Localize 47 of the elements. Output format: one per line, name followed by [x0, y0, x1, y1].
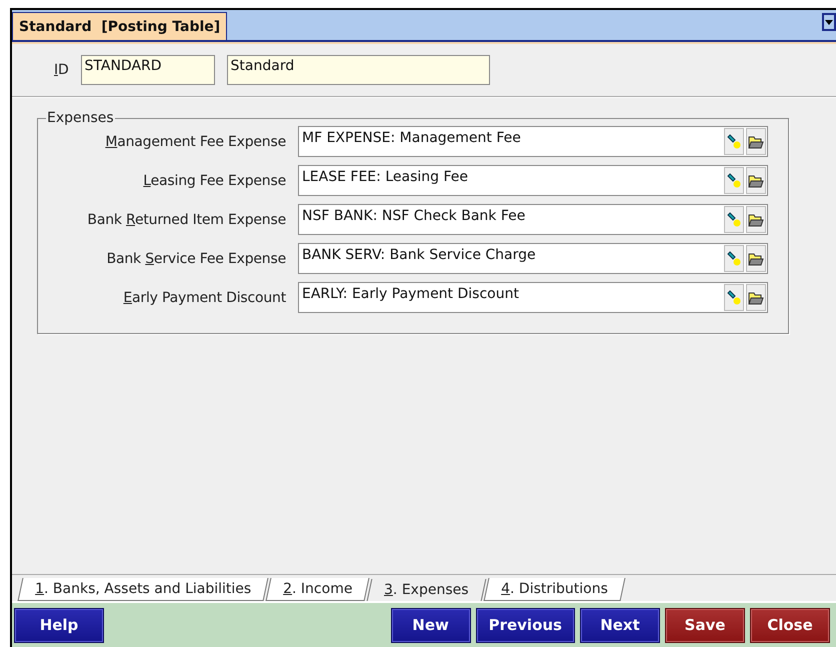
- name-field[interactable]: Standard: [226, 55, 490, 85]
- nav-button[interactable]: Previous: [476, 608, 575, 642]
- lookup-button[interactable]: [724, 284, 744, 311]
- lookup-field[interactable]: EARLY: Early Payment Discount: [298, 282, 768, 313]
- lookup-button[interactable]: [724, 245, 744, 272]
- lookup-button[interactable]: [724, 206, 744, 233]
- id-field[interactable]: STANDARD: [80, 55, 215, 85]
- field-label: Management Fee Expense: [105, 134, 286, 150]
- flashlight-icon: [726, 250, 742, 266]
- dropdown-button[interactable]: [822, 13, 836, 31]
- folder-icon: [748, 174, 764, 188]
- flashlight-icon: [726, 134, 742, 150]
- browse-button[interactable]: [746, 128, 766, 155]
- tab[interactable]: 4. Distributions: [484, 578, 626, 601]
- field-label: Early Payment Discount: [123, 290, 286, 306]
- tab[interactable]: 2. Income: [266, 578, 370, 601]
- flashlight-icon: [726, 212, 742, 228]
- folder-icon: [748, 290, 764, 304]
- flashlight-icon: [726, 172, 742, 188]
- field-label: Leasing Fee Expense: [143, 172, 286, 188]
- field-label: Bank Service Fee Expense: [106, 250, 286, 266]
- lookup-button[interactable]: [724, 128, 744, 155]
- nav-button[interactable]: Help: [14, 608, 104, 642]
- lookup-field[interactable]: BANK SERV: Bank Service Charge: [298, 243, 768, 274]
- lookup-field[interactable]: LEASE FEE: Leasing Fee: [298, 165, 768, 196]
- tab[interactable]: 3. Expenses: [367, 579, 486, 601]
- document-tab[interactable]: Standard [Posting Table]: [12, 12, 228, 40]
- field-label: ID: [54, 62, 69, 78]
- browse-button[interactable]: [746, 206, 766, 233]
- browse-button[interactable]: [746, 245, 766, 272]
- folder-icon: [748, 212, 764, 226]
- nav-button[interactable]: New: [390, 608, 471, 642]
- nav-button[interactable]: Next: [580, 608, 660, 642]
- flashlight-icon: [726, 290, 742, 306]
- action-button[interactable]: Save: [665, 608, 745, 642]
- tab[interactable]: 1. Banks, Assets and Liabilities: [18, 578, 269, 601]
- caret-icon: [825, 20, 833, 24]
- action-button[interactable]: Close: [750, 608, 830, 642]
- folder-icon: [748, 134, 764, 148]
- field-label: Bank Returned Item Expense: [87, 212, 286, 228]
- browse-button[interactable]: [746, 284, 766, 311]
- folder-icon: [748, 252, 764, 266]
- lookup-field[interactable]: NSF BANK: NSF Check Bank Fee: [298, 204, 768, 235]
- browse-button[interactable]: [746, 167, 766, 194]
- lookup-field[interactable]: MF EXPENSE: Management Fee: [298, 126, 768, 157]
- lookup-button[interactable]: [724, 167, 744, 194]
- group-title: Expenses: [46, 110, 115, 126]
